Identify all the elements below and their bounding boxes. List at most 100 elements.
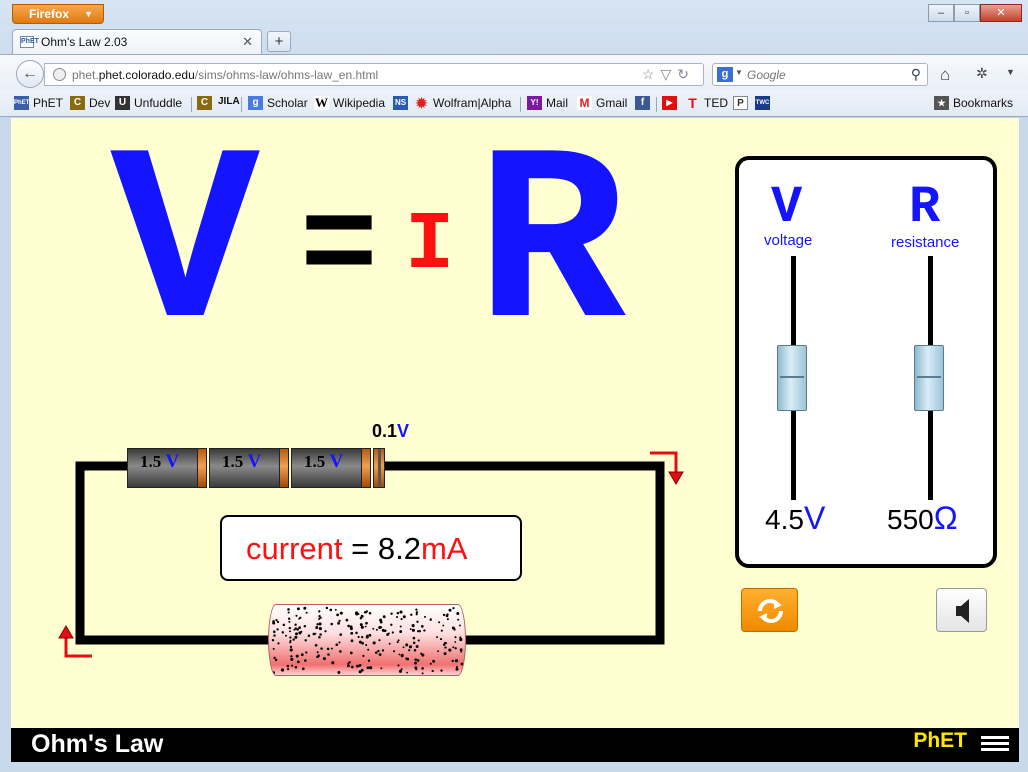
impurity-dot: [429, 618, 432, 621]
impurity-dot: [331, 661, 335, 665]
impurity-dot: [337, 671, 341, 674]
impurity-dot: [355, 664, 359, 668]
impurity-dot: [366, 666, 370, 670]
impurity-dot: [372, 641, 376, 645]
impurity-dot: [415, 613, 418, 616]
impurity-dot: [319, 633, 322, 636]
sim-navbar: Ohm's Law PhET: [11, 728, 1019, 762]
impurity-dot: [350, 631, 354, 635]
impurity-dot: [360, 668, 364, 672]
voltage-slider-thumb[interactable]: [777, 345, 807, 411]
impurity-dot: [355, 611, 359, 615]
impurity-dot: [399, 610, 403, 614]
resistance-slider-thumb[interactable]: [914, 345, 944, 411]
impurity-dot: [406, 657, 410, 661]
impurity-dot: [452, 606, 455, 610]
impurity-dot: [423, 629, 426, 632]
impurity-dot: [451, 626, 455, 630]
impurity-dot: [392, 650, 396, 653]
impurity-dot: [282, 623, 286, 627]
impurity-dot: [316, 651, 319, 654]
partial-battery-cell: [373, 448, 385, 488]
impurity-dot: [367, 659, 371, 662]
impurity-dot: [318, 622, 322, 626]
impurity-dot: [454, 647, 457, 650]
impurity-dot: [348, 661, 351, 664]
impurity-dot: [318, 627, 322, 631]
impurity-dot: [437, 650, 440, 653]
impurity-dot: [456, 612, 460, 615]
impurity-dot: [357, 635, 360, 639]
impurity-dot: [445, 614, 449, 618]
impurity-dot: [295, 654, 299, 658]
impurity-dot: [317, 654, 320, 658]
impurity-dot: [408, 645, 413, 649]
impurity-dot: [298, 626, 301, 629]
resistor-impurity-dots: [271, 606, 464, 675]
impurity-dot: [289, 648, 293, 652]
impurity-dot: [355, 631, 358, 635]
phet-logo[interactable]: PhET: [913, 729, 967, 753]
impurity-dot: [345, 618, 349, 622]
window-frame: [0, 762, 1028, 772]
impurity-dot: [304, 639, 307, 642]
battery-label: 1.5 V: [140, 451, 179, 473]
impurity-dot: [337, 621, 341, 625]
impurity-dot: [409, 628, 412, 631]
sound-toggle-button[interactable]: [936, 588, 987, 632]
battery-unit: V: [329, 451, 344, 472]
current-label: current: [246, 531, 343, 566]
impurity-dot: [338, 619, 341, 623]
impurity-dot: [454, 641, 457, 643]
impurity-dot: [444, 646, 447, 649]
resistance-unit: Ω: [933, 500, 958, 536]
impurity-dot: [273, 634, 276, 637]
control-panel: V voltage R resistance 4.5V 550Ω: [735, 156, 997, 568]
impurity-dot: [397, 664, 400, 667]
impurity-dot: [339, 633, 343, 636]
impurity-dot: [272, 621, 276, 625]
impurity-dot: [442, 643, 446, 646]
impurity-dot: [347, 624, 350, 628]
impurity-dot: [399, 630, 403, 634]
impurity-dot: [327, 653, 330, 656]
impurity-dot: [455, 667, 459, 671]
impurity-dot: [443, 652, 447, 656]
hamburger-menu-icon[interactable]: [981, 736, 1009, 752]
impurity-dot: [351, 665, 354, 669]
impurity-dot: [455, 665, 458, 669]
battery-value: 1.5: [222, 452, 244, 471]
impurity-dot: [299, 616, 302, 619]
impurity-dot: [442, 613, 446, 617]
impurity-dot: [300, 630, 303, 633]
impurity-dot: [305, 611, 308, 614]
impurity-dot: [319, 616, 322, 620]
impurity-dot: [363, 611, 366, 614]
impurity-dot: [411, 628, 415, 632]
impurity-dot: [381, 649, 385, 652]
impurity-dot: [400, 618, 403, 621]
resistor: [268, 604, 466, 676]
impurity-dot: [296, 607, 300, 611]
reset-all-button[interactable]: [741, 588, 798, 632]
impurity-dot: [290, 655, 293, 658]
impurity-dot: [295, 614, 298, 617]
impurity-dot: [285, 634, 287, 637]
impurity-dot: [338, 641, 341, 644]
impurity-dot: [272, 647, 275, 650]
impurity-dot: [431, 669, 434, 673]
current-equals: =: [351, 531, 370, 566]
impurity-dot: [460, 662, 464, 666]
impurity-dot: [400, 668, 403, 671]
voltage-unit: V: [803, 500, 826, 536]
impurity-dot: [416, 659, 420, 662]
impurity-dot: [375, 628, 378, 631]
impurity-dot: [364, 625, 367, 628]
impurity-dot: [314, 632, 317, 635]
impurity-dot: [287, 617, 291, 621]
impurity-dot: [424, 615, 426, 618]
impurity-dot: [367, 648, 370, 651]
impurity-dot: [290, 657, 294, 661]
voltage-number: 4.5: [765, 504, 804, 535]
impurity-dot: [448, 608, 452, 612]
